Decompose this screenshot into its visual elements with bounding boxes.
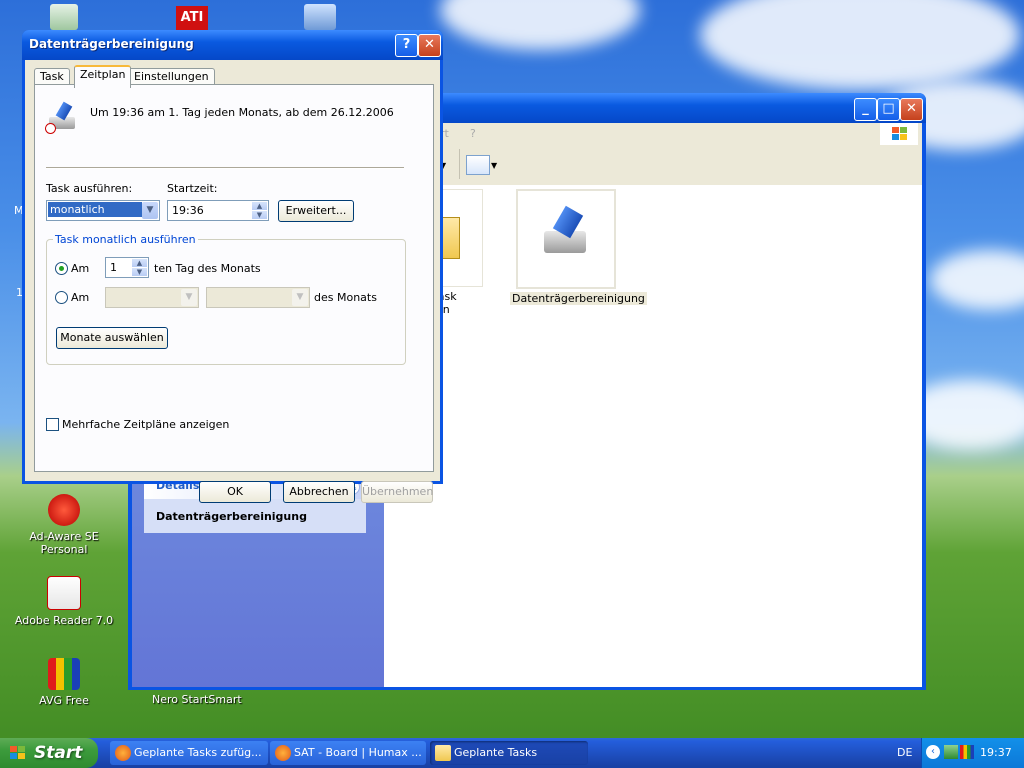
- avg-icon: [48, 658, 80, 690]
- week-select[interactable]: ▼: [105, 287, 199, 308]
- multi-schedule-checkbox[interactable]: [46, 418, 59, 431]
- day-field[interactable]: 1 ▲ ▼: [105, 257, 149, 278]
- chevron-down-icon[interactable]: ▼: [292, 289, 308, 306]
- start-time-label: Startzeit:: [167, 182, 218, 195]
- adaware-icon: [48, 494, 80, 526]
- radio-day-label: Am: [71, 262, 90, 275]
- weekday-select[interactable]: ▼: [206, 287, 310, 308]
- choose-months-button[interactable]: Monate auswählen: [56, 327, 168, 349]
- day-value: 1: [110, 261, 117, 274]
- taskbar-button-scheduled-tasks[interactable]: Geplante Tasks: [430, 741, 588, 765]
- advanced-button[interactable]: Erweitert...: [278, 200, 354, 222]
- views-icon[interactable]: [466, 155, 490, 175]
- details-body: Datenträgerbereinigung: [144, 499, 366, 533]
- spin-up-icon[interactable]: ▲: [252, 202, 267, 210]
- firefox-icon: [275, 745, 291, 761]
- taskbar-button-label: Geplante Tasks: [454, 746, 538, 759]
- dialog-title: Datenträgerbereinigung: [29, 37, 194, 51]
- network-computer-icon[interactable]: [304, 4, 336, 30]
- avg-tray-icon[interactable]: [960, 745, 974, 759]
- item-thumbnail: [516, 189, 616, 289]
- day-suffix: ten Tag des Monats: [154, 262, 261, 275]
- minimize-button[interactable]: _: [854, 98, 877, 121]
- run-task-select[interactable]: monatlich ▼: [46, 200, 160, 221]
- menu-item-help[interactable]: ?: [470, 127, 476, 140]
- taskbar: Start Geplante Tasks zufüg... SAT - Boar…: [0, 738, 1024, 768]
- close-button[interactable]: ✕: [900, 98, 923, 121]
- disk-cleanup-icon: [45, 101, 77, 134]
- start-button[interactable]: Start: [0, 738, 98, 768]
- desktop-icon-label: Ad-Aware SE Personal: [29, 530, 99, 556]
- toolbar-separator: [459, 149, 460, 179]
- nero-label: Nero StartSmart: [152, 693, 242, 706]
- windows-logo-icon: [880, 123, 918, 145]
- run-task-value: monatlich: [48, 202, 142, 217]
- ok-button[interactable]: OK: [199, 481, 271, 503]
- apply-button[interactable]: Übernehmen: [361, 481, 433, 503]
- run-task-label: Task ausführen:: [46, 182, 133, 195]
- taskbar-button-firefox-1[interactable]: Geplante Tasks zufüg...: [110, 741, 268, 765]
- windows-flag-icon: [10, 746, 26, 760]
- radio-day-of-month[interactable]: [55, 262, 68, 275]
- desktop-icon-avg[interactable]: AVG Free: [14, 658, 114, 707]
- taskbar-button-firefox-2[interactable]: SAT - Board | Humax ...: [270, 741, 426, 765]
- language-indicator[interactable]: DE: [897, 746, 912, 759]
- explorer-content: ren Task fügen Datenträgerbereinigung: [384, 185, 922, 687]
- scheduled-tasks-icon: [435, 745, 451, 761]
- ati-icon[interactable]: ATI: [176, 6, 208, 30]
- chevron-left-icon[interactable]: ‹: [926, 745, 940, 759]
- desktop-icon-label: Adobe Reader 7.0: [14, 614, 114, 627]
- taskbar-button-label: Geplante Tasks zufüg...: [134, 746, 262, 759]
- cloud: [700, 0, 1020, 90]
- spin-down-icon[interactable]: ▼: [132, 268, 147, 276]
- views-dropdown-arrow-icon[interactable]: ▼: [491, 161, 497, 170]
- monthly-group-label: Task monatlich ausführen: [53, 233, 198, 246]
- chevron-down-icon[interactable]: ▼: [142, 202, 158, 219]
- start-time-value: 19:36: [172, 204, 204, 217]
- clock[interactable]: 19:37: [980, 746, 1012, 759]
- separator: [46, 167, 404, 169]
- dialog-body: Task Zeitplan Einstellungen Um 19:36 am …: [25, 60, 440, 503]
- taskbar-button-label: SAT - Board | Humax ...: [294, 746, 422, 759]
- close-button[interactable]: ✕: [418, 34, 441, 57]
- system-tray: ‹ 19:37: [921, 738, 1024, 768]
- maximize-button[interactable]: □: [877, 98, 900, 121]
- desktop-icon-adaware[interactable]: Ad-Aware SE Personal: [14, 494, 114, 556]
- item-label: Datenträgerbereinigung: [510, 292, 647, 305]
- cloud: [440, 0, 640, 50]
- month-suffix: des Monats: [314, 291, 377, 304]
- start-label: Start: [34, 743, 83, 763]
- radio-weekday[interactable]: [55, 291, 68, 304]
- start-time-field[interactable]: 19:36 ▲ ▼: [167, 200, 269, 221]
- tab-zeitplan[interactable]: Zeitplan: [74, 65, 132, 88]
- desktop-icon-adobe-reader[interactable]: Adobe Reader 7.0: [14, 576, 114, 627]
- dialog-titlebar[interactable]: Datenträgerbereinigung: [22, 30, 443, 60]
- help-button[interactable]: ?: [395, 34, 418, 57]
- adobe-reader-icon: [47, 576, 81, 610]
- chevron-down-icon[interactable]: ▼: [181, 289, 197, 306]
- firefox-icon: [115, 745, 131, 761]
- recycle-bin-icon[interactable]: [50, 4, 78, 30]
- spin-down-icon[interactable]: ▼: [252, 211, 267, 219]
- tab-panel-zeitplan: Um 19:36 am 1. Tag jeden Monats, ab dem …: [34, 84, 434, 472]
- desktop-icon-label: AVG Free: [39, 694, 89, 707]
- spin-up-icon[interactable]: ▲: [132, 259, 147, 267]
- cancel-button[interactable]: Abbrechen: [283, 481, 355, 503]
- disk-cleanup-task-item[interactable]: Datenträgerbereinigung: [510, 189, 647, 305]
- disk-cleanup-dialog: Datenträgerbereinigung ? ✕ Task Zeitplan…: [22, 30, 443, 503]
- cloud: [930, 250, 1024, 310]
- network-icon[interactable]: [944, 745, 958, 759]
- schedule-summary: Um 19:36 am 1. Tag jeden Monats, ab dem …: [90, 106, 394, 119]
- details-item-name: Datenträgerbereinigung: [156, 510, 307, 523]
- multi-schedule-label: Mehrfache Zeitpläne anzeigen: [62, 418, 230, 431]
- radio-weekday-label: Am: [71, 291, 90, 304]
